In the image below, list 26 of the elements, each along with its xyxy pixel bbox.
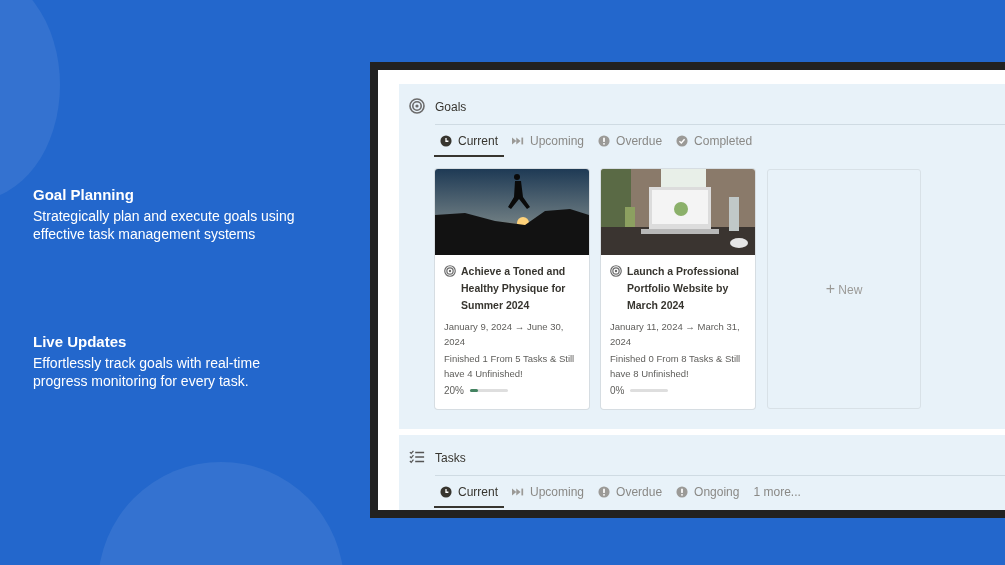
- goal-card[interactable]: Launch a Professional Portfolio Website by March 2024 January 11, 2024 → March 31, 2024 Finished 0 From 8 Tasks & Still have 8 Unfinished! 0%: [601, 169, 755, 409]
- progress-percent: 0%: [610, 385, 625, 396]
- section-title: Goals: [435, 93, 1005, 125]
- goal-card[interactable]: Achieve a Toned and Healthy Physique for Summer 2024 January 9, 2024 → June 30, 2024 Finished 1 From 5 Tasks & Still have 4 Unfinished! 20%: [435, 169, 589, 409]
- view-tab[interactable]: 1 more...: [747, 479, 807, 508]
- feature-title: Goal Planning: [33, 186, 135, 203]
- date-range: January 9, 2024 → June 30, 2024: [444, 320, 565, 349]
- section-title: Tasks: [435, 444, 1005, 476]
- goal-title: Launch a Professional Portfolio Website by March 2024: [627, 264, 741, 313]
- feature-title: Live Updates: [33, 333, 128, 350]
- feature-text: Strategically plan and execute goals using effective task management systems: [33, 207, 296, 243]
- view-tab[interactable]: Ongoing: [670, 479, 746, 508]
- goal-title: Achieve a Toned and Healthy Physique for Summer 2024: [461, 264, 567, 313]
- view-tab[interactable]: Current: [434, 479, 504, 508]
- view-tab[interactable]: Overdue: [592, 128, 669, 157]
- view-tab[interactable]: Current: [434, 128, 504, 157]
- date-range: January 11, 2024 → March 31, 2024: [610, 320, 741, 349]
- view-tab[interactable]: Upcoming: [506, 479, 591, 508]
- progress-text: Finished 0 From 8 Tasks & Still have 8 Unfinished!: [610, 352, 742, 381]
- view-tab[interactable]: Completed: [670, 128, 759, 157]
- progress-text: Finished 1 From 5 Tasks & Still have 4 Unfinished!: [444, 352, 576, 381]
- view-tab[interactable]: Upcoming: [506, 128, 591, 157]
- view-tab[interactable]: Overdue: [592, 479, 669, 508]
- new-card-button[interactable]: + New: [767, 169, 921, 409]
- progress-percent: 20%: [444, 385, 464, 396]
- feature-text: Effortlessly track goals with real-time progress monitoring for every task.: [33, 354, 261, 390]
